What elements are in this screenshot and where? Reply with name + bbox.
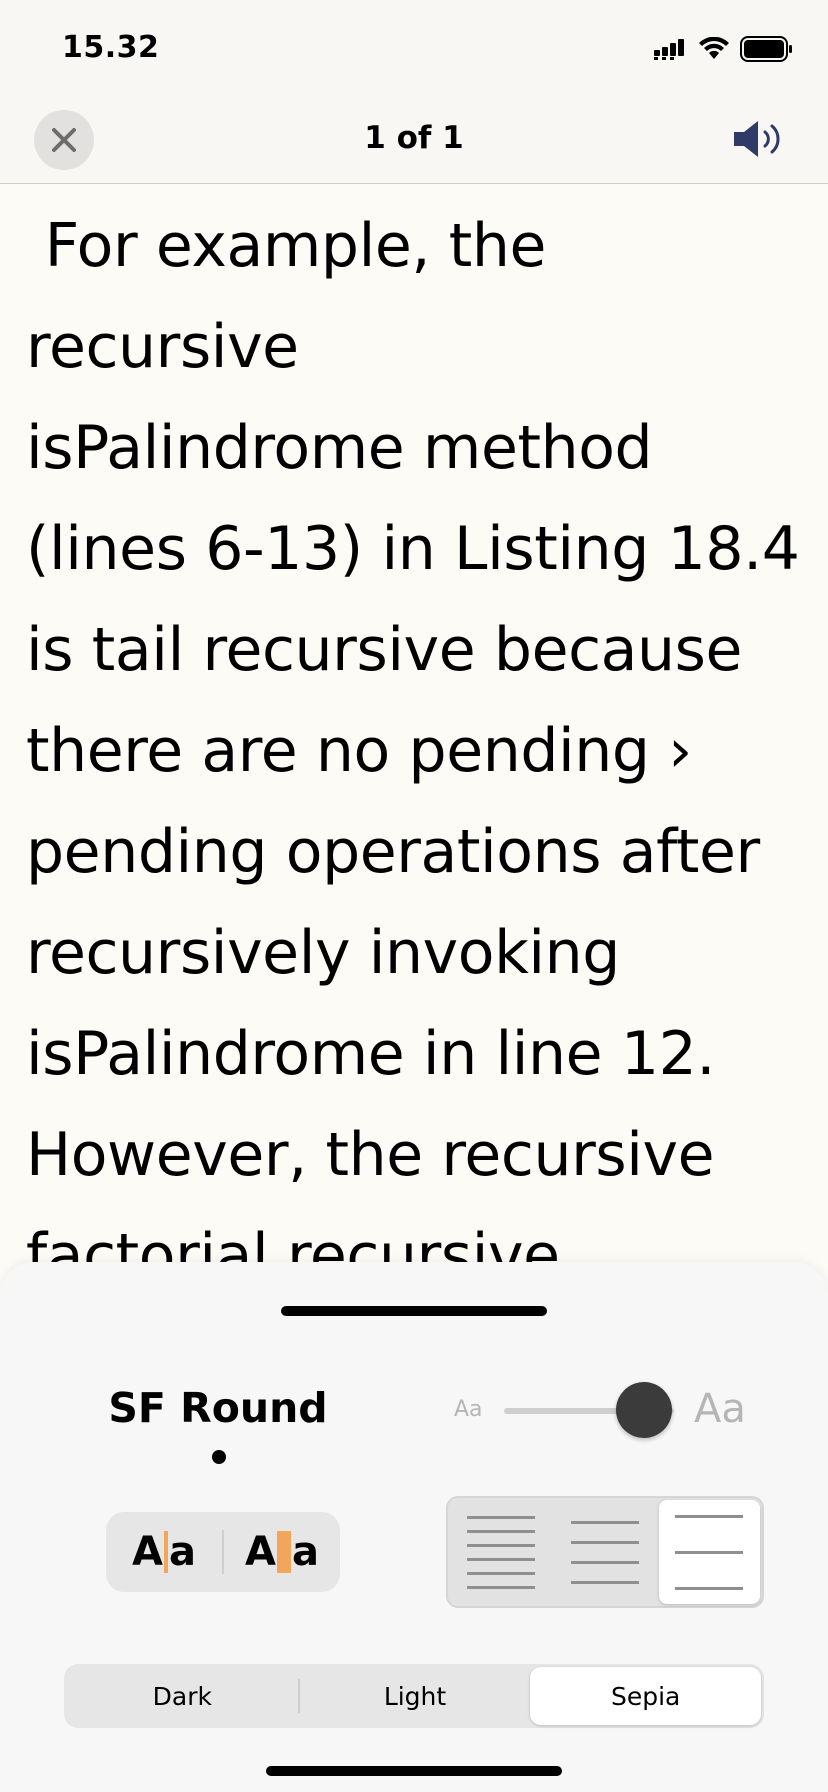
line-icon-stroke [570, 1540, 639, 1544]
theme-light-option[interactable]: Light [300, 1667, 531, 1725]
theme-dark-option[interactable]: Dark [67, 1667, 298, 1725]
theme-sepia-option[interactable]: Sepia [530, 1667, 762, 1725]
line-icon-stroke [570, 1580, 639, 1584]
line-icon-stroke [675, 1550, 744, 1554]
line-spacing-wide[interactable] [658, 1500, 760, 1604]
text-size-large-label: Aa [694, 1386, 746, 1432]
line-icon-stroke [466, 1543, 535, 1547]
home-indicator [266, 1766, 562, 1776]
line-icon-stroke [466, 1515, 535, 1519]
line-icon-stroke [466, 1571, 535, 1575]
wifi-icon [699, 37, 729, 59]
read-aloud-button[interactable] [732, 118, 788, 160]
text-size-slider-knob[interactable] [616, 1382, 672, 1438]
status-bar: 15.32 [0, 0, 828, 92]
cursor-marker [163, 1531, 168, 1573]
line-icon-stroke [570, 1560, 639, 1564]
line-icon-stroke [570, 1520, 639, 1524]
display-settings-sheet: SF Round Aa Aa Aa Aa Dark Light Sepia [0, 1262, 828, 1792]
line-icon-stroke [675, 1514, 744, 1518]
letter-spacing-option-narrow[interactable]: Aa [106, 1512, 222, 1592]
line-icon-stroke [675, 1586, 744, 1590]
line-icon-stroke [466, 1585, 535, 1589]
reader-screen: 15.32 1 of 1 For example, the recursive … [0, 0, 828, 1792]
status-time: 15.32 [62, 30, 160, 65]
line-spacing-group [446, 1496, 764, 1608]
signal-icon [654, 39, 684, 60]
reading-content: For example, the recursive isPalindrome … [26, 196, 816, 1266]
battery-icon [740, 36, 792, 62]
letter-left: A [132, 1529, 163, 1575]
speaker-icon [734, 121, 780, 157]
cursor-marker [276, 1531, 291, 1573]
theme-selector: Dark Light Sepia [64, 1664, 764, 1728]
page-indicator: 1 of 1 [364, 120, 464, 156]
reading-text: For example, the recursive isPalindrome … [26, 211, 800, 1266]
font-page-dot [212, 1450, 226, 1464]
font-selector[interactable]: SF Round [100, 1384, 336, 1432]
reader-header: 1 of 1 [0, 92, 828, 184]
line-icon-stroke [466, 1557, 535, 1561]
line-spacing-tight[interactable] [450, 1500, 551, 1604]
letter-right: a [168, 1529, 196, 1575]
sheet-grabber[interactable] [281, 1306, 547, 1316]
letter-spacing-option-wide[interactable]: Aa [224, 1512, 340, 1592]
letter-spacing-group: Aa Aa [106, 1512, 340, 1592]
line-icon-stroke [466, 1529, 535, 1533]
letter-right: a [291, 1529, 319, 1575]
text-size-small-label: Aa [454, 1397, 483, 1422]
line-spacing-medium[interactable] [554, 1500, 655, 1604]
letter-left: A [245, 1529, 276, 1575]
status-icons [652, 36, 794, 62]
